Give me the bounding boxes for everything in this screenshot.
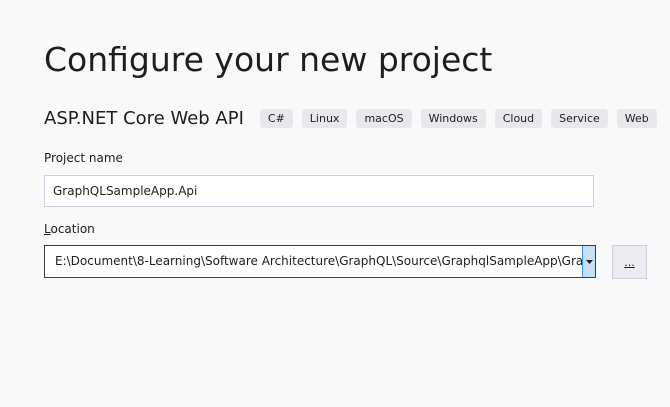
tag-linux: Linux: [301, 108, 348, 128]
project-name-label: Project name: [44, 151, 123, 165]
chevron-down-icon: [585, 259, 593, 264]
tag-web: Web: [616, 108, 657, 128]
location-dropdown-button[interactable]: [582, 246, 595, 277]
tag-cloud: Cloud: [494, 108, 543, 128]
tag-csharp: C#: [259, 108, 293, 128]
location-label-rest: ocation: [50, 222, 95, 236]
location-input[interactable]: E:\Document\8-Learning\Software Architec…: [45, 246, 582, 277]
browse-button[interactable]: ...: [612, 245, 647, 279]
tag-macos: macOS: [356, 108, 412, 128]
page-title: Configure your new project: [44, 40, 493, 79]
template-tags: C# Linux macOS Windows Cloud Service Web: [259, 108, 666, 128]
template-name: ASP.NET Core Web API: [44, 107, 244, 129]
tag-windows: Windows: [420, 108, 486, 128]
template-info: ASP.NET Core Web API C# Linux macOS Wind…: [44, 106, 666, 130]
project-name-input[interactable]: [44, 175, 594, 207]
location-combobox[interactable]: E:\Document\8-Learning\Software Architec…: [44, 245, 596, 278]
location-label: Location: [44, 222, 95, 236]
tag-service: Service: [551, 108, 608, 128]
